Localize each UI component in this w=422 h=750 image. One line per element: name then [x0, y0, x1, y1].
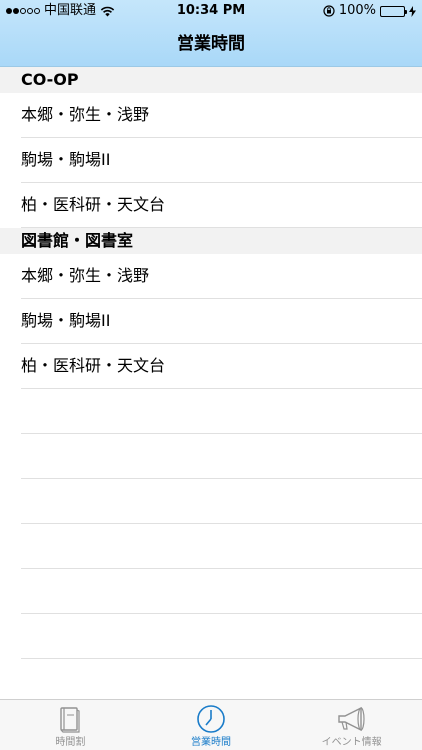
section-header-coop: CO-OP: [0, 67, 422, 93]
tab-bar: 時間割 営業時間 イベント情報: [0, 699, 422, 750]
clock-icon: [197, 705, 225, 733]
book-icon: [60, 707, 80, 733]
charging-bolt-icon: [409, 5, 416, 17]
tab-label: 営業時間: [191, 737, 231, 748]
tab-label: イベント情報: [321, 737, 382, 748]
top-bar: 中国联通 10:34 PM 100% 営業時間: [0, 0, 422, 67]
empty-row: [0, 569, 422, 614]
tab-events[interactable]: イベント情報: [281, 700, 422, 750]
empty-row: [0, 524, 422, 569]
empty-row: [0, 479, 422, 524]
list-item-coop-komaba[interactable]: 駒場・駒場II: [0, 138, 422, 183]
rotation-lock-icon: [323, 5, 335, 17]
section-header-library: 図書館・図書室: [0, 228, 422, 254]
empty-row: [0, 614, 422, 659]
empty-row: [0, 434, 422, 479]
status-right: 100%: [323, 0, 416, 22]
megaphone-icon: [337, 706, 365, 732]
list-item-coop-hongo[interactable]: 本郷・弥生・浅野: [0, 93, 422, 138]
list-item-library-hongo[interactable]: 本郷・弥生・浅野: [0, 254, 422, 299]
list-item-coop-kashiwa[interactable]: 柏・医科研・天文台: [0, 183, 422, 228]
battery-icon: [380, 5, 407, 17]
battery-percent: 100%: [338, 3, 376, 18]
list-item-library-komaba[interactable]: 駒場・駒場II: [0, 299, 422, 344]
empty-row: [0, 389, 422, 434]
page-title: 営業時間: [177, 34, 245, 54]
hours-list: CO-OP 本郷・弥生・浅野 駒場・駒場II 柏・医科研・天文台 図書館・図書室…: [0, 67, 422, 659]
tab-timetable[interactable]: 時間割: [0, 700, 141, 750]
tab-business-hours[interactable]: 営業時間: [141, 700, 282, 750]
tab-label: 時間割: [55, 737, 86, 748]
status-bar: 中国联通 10:34 PM 100%: [0, 0, 422, 22]
list-item-library-kashiwa[interactable]: 柏・医科研・天文台: [0, 344, 422, 389]
